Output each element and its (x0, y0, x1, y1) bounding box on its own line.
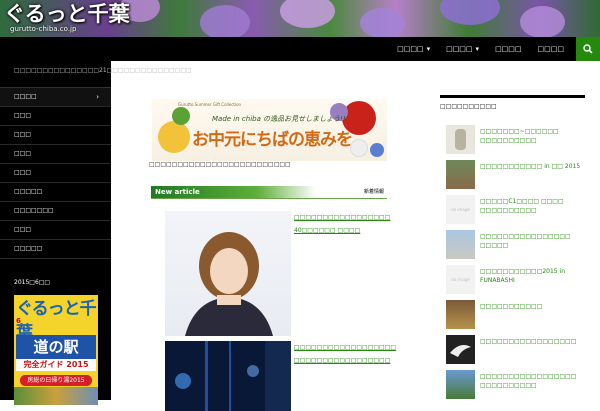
main-content: Gurutto Summer Gift Collection Made in c… (111, 61, 429, 411)
left-menu-item[interactable]: □□□ (0, 126, 111, 145)
left-menu-item[interactable]: □□□ (0, 221, 111, 240)
top-nav-item-2[interactable]: □□□□ ▾ (438, 37, 487, 61)
top-nav-item-4[interactable]: □□□□ (530, 37, 572, 61)
no-image-placeholder[interactable]: no image (446, 265, 475, 294)
no-image-placeholder[interactable]: no image (446, 195, 475, 224)
post-item[interactable]: □□□□□□□□□□□□□□□□□ 40□□□□□□ □□□□ (165, 211, 390, 336)
recent-post-link[interactable]: □□□□□□□□□□□□□□□□□ □□□□□□□□□□ (480, 372, 590, 390)
left-menu-item[interactable]: □□□□□□□ (0, 202, 111, 221)
recent-post-link[interactable]: □□□□□□□□□□□ (480, 302, 590, 311)
left-menu-item[interactable]: □□□ (0, 107, 111, 126)
recent-post-link[interactable]: □□□□□□□~□□□□□□ □□□□□□□□□□ (480, 127, 590, 145)
promo-banner[interactable]: Gurutto Summer Gift Collection Made in c… (152, 99, 387, 161)
recent-post-link[interactable]: □□□□□□□□□□□2015 in FUNABASHI (480, 267, 590, 285)
recent-post-item[interactable]: □□□□□□□□□□□ in □□ 2015 (446, 160, 596, 190)
recent-post-item[interactable]: □□□□□□□~□□□□□□ □□□□□□□□□□ (446, 125, 596, 155)
recent-post-thumbnail[interactable] (446, 300, 475, 329)
recent-post-thumbnail[interactable] (446, 335, 475, 364)
recent-post-link[interactable]: □□□□□□□□□□□□□□□□ □□□□□ (480, 232, 590, 250)
recent-post-thumbnail[interactable] (446, 370, 475, 399)
left-sidebar: □□□□□□□□□□□□□□□21□□□□□□□□□□□□□□□ □□□□ › □… (0, 61, 192, 405)
chevron-down-icon: ▾ (426, 45, 431, 53)
recent-post-link[interactable]: □□□□□□□□□□□ in □□ 2015 (480, 162, 590, 171)
fruit-image (158, 121, 190, 153)
recent-post-item[interactable]: □□□□□□□□□□□ (446, 300, 596, 330)
post-thumbnail[interactable] (165, 211, 291, 336)
magazine-photo (14, 387, 98, 405)
intro-text: □□□□□□□□□□□□□□□□□□□□□□□□□ (149, 161, 291, 168)
recent-post-link[interactable]: □□□□□C1□□□□ □□□□ □□□□□□□□□□ (480, 197, 590, 215)
left-menu-item[interactable]: □□□ (0, 145, 111, 164)
left-menu: □□□□ › □□□ □□□ □□□ □□□ □□□□□ □□□□□□□ □□□ … (0, 87, 111, 259)
header-banner: ぐるっと千葉 gurutto-chiba.co.jp (0, 0, 600, 37)
hydrangea-decoration (520, 6, 565, 37)
bird-image (450, 345, 471, 357)
new-article-label: New article (155, 188, 200, 196)
recent-post-item[interactable]: no image □□□□□C1□□□□ □□□□ □□□□□□□□□□ (446, 195, 596, 225)
left-menu-item[interactable]: □□□ (0, 164, 111, 183)
statue-image (455, 129, 466, 150)
banner-tagline: Made in chiba の逸品お見せしましょう!! (212, 115, 346, 123)
night-photo-image (175, 341, 291, 411)
widget-heading: □□□□□□□□□□ (440, 103, 497, 110)
magazine-pill: 房総の日帰り湯2015 (20, 375, 92, 386)
chevron-right-icon: › (96, 93, 99, 101)
hydrangea-decoration (280, 0, 335, 28)
search-icon (583, 44, 593, 54)
magazine-subtitle: 完全ガイド 2015 (16, 359, 96, 371)
search-button[interactable] (576, 37, 600, 61)
site-description: □□□□□□□□□□□□□□□21□□□□□□□□□□□□□□□ (14, 67, 192, 74)
hydrangea-decoration (360, 8, 405, 37)
widget-divider (440, 95, 585, 98)
recent-post-link[interactable]: □□□□□□□□□□□□□□□□□ (480, 337, 590, 346)
left-menu-item[interactable]: □□□□ › (0, 88, 111, 107)
recent-post-item[interactable]: □□□□□□□□□□□□□□□□□ □□□□□□□□□□ (446, 370, 596, 400)
recent-post-item[interactable]: □□□□□□□□□□□□□□□□ □□□□□ (446, 230, 596, 260)
new-article-bar: New article 新着情報 (151, 186, 387, 199)
recent-post-thumbnail[interactable] (446, 160, 475, 189)
flower-icon (370, 143, 384, 157)
mascot-icon (172, 107, 190, 125)
left-menu-item[interactable]: □□□□□ (0, 183, 111, 202)
magazine-cover[interactable]: ぐるっと千葉 6 道の駅 完全ガイド 2015 房総の日帰り湯2015 (14, 295, 98, 405)
top-nav-item-3[interactable]: □□□□ (487, 37, 529, 61)
hydrangea-decoration (200, 5, 250, 37)
top-nav: □□□□ ▾ □□□□ ▾ □□□□ □□□□ (389, 37, 572, 61)
magazine-heading: 2015□6□□ (14, 279, 51, 286)
portrait-image (185, 232, 273, 336)
hydrangea-decoration (440, 0, 500, 25)
recent-post-thumbnail[interactable] (446, 125, 475, 154)
new-article-jp-label: 新着情報 (363, 189, 384, 195)
post-title-link[interactable]: □□□□□□□□□□□□□□□□□ 40□□□□□□ □□□□ (294, 211, 390, 237)
post-item[interactable]: □□□□□□□□□□□□□□□□□□ □□□□□□□□□□□□□□□□□ (165, 341, 396, 411)
magazine-band: 道の駅 (16, 335, 96, 359)
banner-top-line: Gurutto Summer Gift Collection (178, 102, 242, 107)
top-nav-item-1[interactable]: □□□□ ▾ (389, 37, 438, 61)
top-navigation-bar: □□□□ ▾ □□□□ ▾ □□□□ □□□□ (0, 37, 600, 61)
fruit-image (350, 139, 368, 157)
post-title-link[interactable]: □□□□□□□□□□□□□□□□□□ □□□□□□□□□□□□□□□□□ (294, 341, 396, 367)
recent-post-item[interactable]: no image □□□□□□□□□□□2015 in FUNABASHI (446, 265, 596, 295)
right-sidebar: □□□□□□□□□□ □□□□□□□~□□□□□□ □□□□□□□□□□ □□□… (429, 61, 600, 400)
banner-title: お中元にちばの恵みを (192, 130, 353, 150)
chevron-down-icon: ▾ (475, 45, 480, 53)
post-thumbnail[interactable] (165, 341, 291, 411)
magazine-issue: 6 (16, 317, 21, 325)
left-menu-item[interactable]: □□□□□ (0, 240, 111, 259)
site-logo[interactable]: ぐるっと千葉 (4, 2, 130, 26)
recent-post-thumbnail[interactable] (446, 230, 475, 259)
recent-post-item[interactable]: □□□□□□□□□□□□□□□□□ (446, 335, 596, 365)
site-url: gurutto-chiba.co.jp (10, 25, 77, 33)
magazine-title: ぐるっと千葉 (16, 299, 97, 343)
